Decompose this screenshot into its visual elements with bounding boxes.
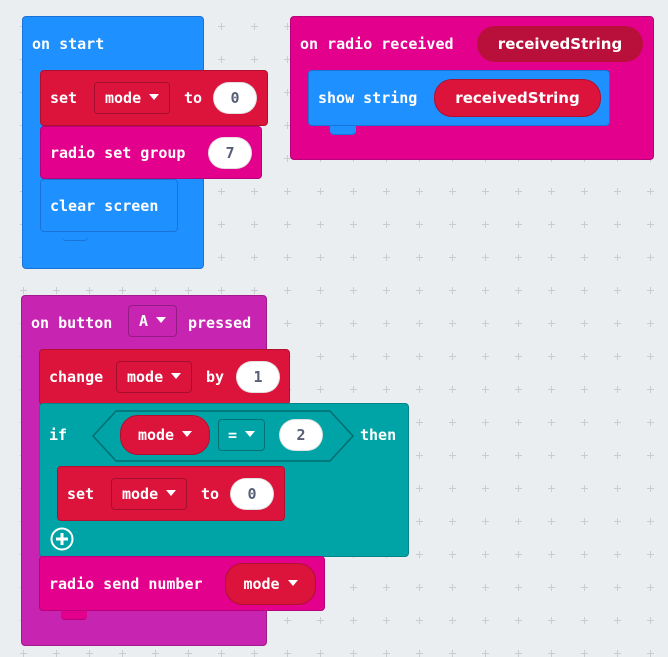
set-keyword: set bbox=[50, 89, 78, 107]
change-keyword: change bbox=[49, 368, 104, 386]
block-notch bbox=[330, 126, 356, 135]
inner-variable-label: mode bbox=[122, 485, 159, 503]
number-input-value: 0 bbox=[230, 89, 240, 107]
on-radio-received-label: on radio received bbox=[300, 35, 454, 53]
chevron-down-icon bbox=[156, 317, 167, 323]
variable-dropdown-label: mode bbox=[105, 89, 142, 107]
plus-circle-icon[interactable] bbox=[50, 527, 74, 551]
chevron-down-icon bbox=[171, 373, 182, 379]
send-mode-reporter-label: mode bbox=[243, 575, 280, 593]
number-input[interactable]: 0 bbox=[213, 82, 257, 114]
group-number-input[interactable]: 7 bbox=[208, 137, 252, 169]
on-button-label: on button bbox=[31, 314, 113, 332]
mode-reporter[interactable]: mode bbox=[120, 415, 210, 455]
chevron-down-icon bbox=[149, 94, 160, 100]
radio-set-group-label: radio set group bbox=[50, 144, 186, 162]
to-keyword: to bbox=[184, 89, 203, 107]
inner-set-keyword: set bbox=[67, 485, 95, 503]
change-number-value: 1 bbox=[253, 368, 263, 386]
received-string-param[interactable]: receivedString bbox=[477, 26, 643, 62]
block-notch bbox=[61, 611, 87, 620]
chevron-down-icon bbox=[166, 490, 177, 496]
mode-reporter-label: mode bbox=[137, 426, 175, 444]
compare-number-value: 2 bbox=[296, 426, 306, 444]
inner-number-value: 0 bbox=[247, 485, 257, 503]
change-variable-label: mode bbox=[127, 368, 164, 386]
send-mode-reporter[interactable]: mode bbox=[225, 563, 316, 605]
button-dropdown-label: A bbox=[139, 312, 149, 330]
chevron-down-icon bbox=[287, 580, 298, 586]
if-keyword: if bbox=[49, 426, 68, 444]
variable-dropdown[interactable]: mode bbox=[94, 82, 171, 114]
change-variable-dropdown[interactable]: mode bbox=[116, 361, 193, 393]
inner-to-keyword: to bbox=[201, 485, 220, 503]
inner-variable-dropdown[interactable]: mode bbox=[111, 478, 188, 510]
operator-dropdown[interactable]: = bbox=[218, 419, 266, 451]
operator-dropdown-label: = bbox=[228, 426, 238, 444]
change-number-input[interactable]: 1 bbox=[236, 361, 280, 393]
on-start-label: on start bbox=[32, 35, 105, 53]
block-notch bbox=[62, 232, 88, 241]
received-string-reporter[interactable]: receivedString bbox=[434, 79, 601, 117]
compare-number-input[interactable]: 2 bbox=[279, 419, 323, 451]
inner-number-input[interactable]: 0 bbox=[230, 478, 274, 510]
group-number-value: 7 bbox=[225, 144, 235, 162]
show-string-label: show string bbox=[318, 89, 418, 107]
then-keyword: then bbox=[360, 426, 397, 444]
button-dropdown[interactable]: A bbox=[128, 305, 178, 337]
clear-screen-label: clear screen bbox=[50, 197, 159, 215]
pressed-label: pressed bbox=[188, 314, 252, 332]
received-string-reporter-label: receivedString bbox=[455, 89, 580, 107]
received-string-param-label: receivedString bbox=[497, 35, 623, 53]
radio-send-number-label: radio send number bbox=[49, 575, 203, 593]
by-keyword: by bbox=[206, 368, 225, 386]
chevron-down-icon bbox=[182, 431, 193, 437]
chevron-down-icon bbox=[245, 431, 256, 437]
